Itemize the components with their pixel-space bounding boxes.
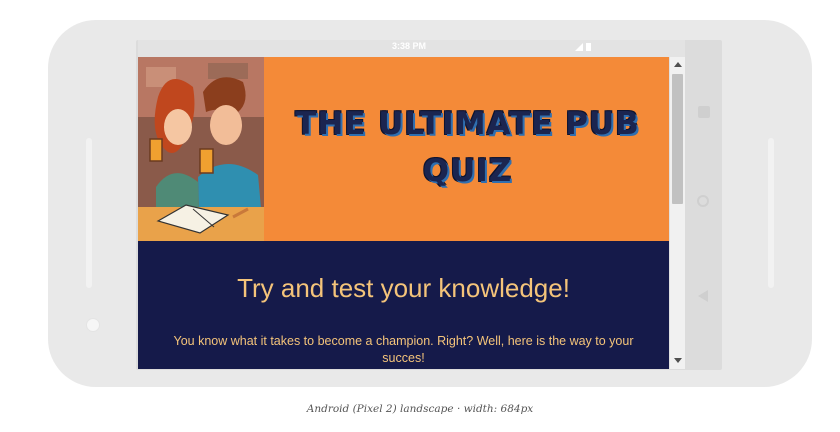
page-title-line-1: THE ULTIMATE PUB xyxy=(295,106,640,142)
scroll-down-icon[interactable] xyxy=(674,358,682,363)
status-time: 3:38 PM xyxy=(392,41,427,51)
scrollbar-thumb[interactable] xyxy=(672,74,683,204)
device-camera-dot xyxy=(86,318,100,332)
intro-paragraph: You know what it takes to become a champ… xyxy=(173,334,634,365)
circle-nav-icon[interactable] xyxy=(697,195,709,207)
signal-icon xyxy=(575,43,583,51)
status-icons xyxy=(575,43,591,53)
battery-icon xyxy=(586,43,591,51)
back-nav-icon[interactable] xyxy=(698,290,708,302)
device-side-bar-left xyxy=(86,138,92,288)
intro-section: Try and test your knowledge! You know wh… xyxy=(138,241,669,369)
device-caption: Android (Pixel 2) landscape · width: 684… xyxy=(306,403,534,415)
hero-banner: THE ULTIMATE PUB QUIZ xyxy=(138,57,669,241)
page-title: THE ULTIMATE PUB QUIZ xyxy=(266,101,669,195)
scroll-up-icon[interactable] xyxy=(674,62,682,67)
square-nav-icon[interactable] xyxy=(698,106,710,118)
web-viewport[interactable]: THE ULTIMATE PUB QUIZ Try and test your … xyxy=(138,57,685,369)
vertical-scrollbar[interactable] xyxy=(669,57,685,369)
status-bar: 3:38 PM xyxy=(138,40,685,57)
couple-with-beer-illustration xyxy=(138,57,264,241)
page-title-line-2: QUIZ xyxy=(422,153,513,189)
intro-heading: Try and test your knowledge! xyxy=(237,273,570,303)
device-side-bar-right xyxy=(768,138,774,288)
